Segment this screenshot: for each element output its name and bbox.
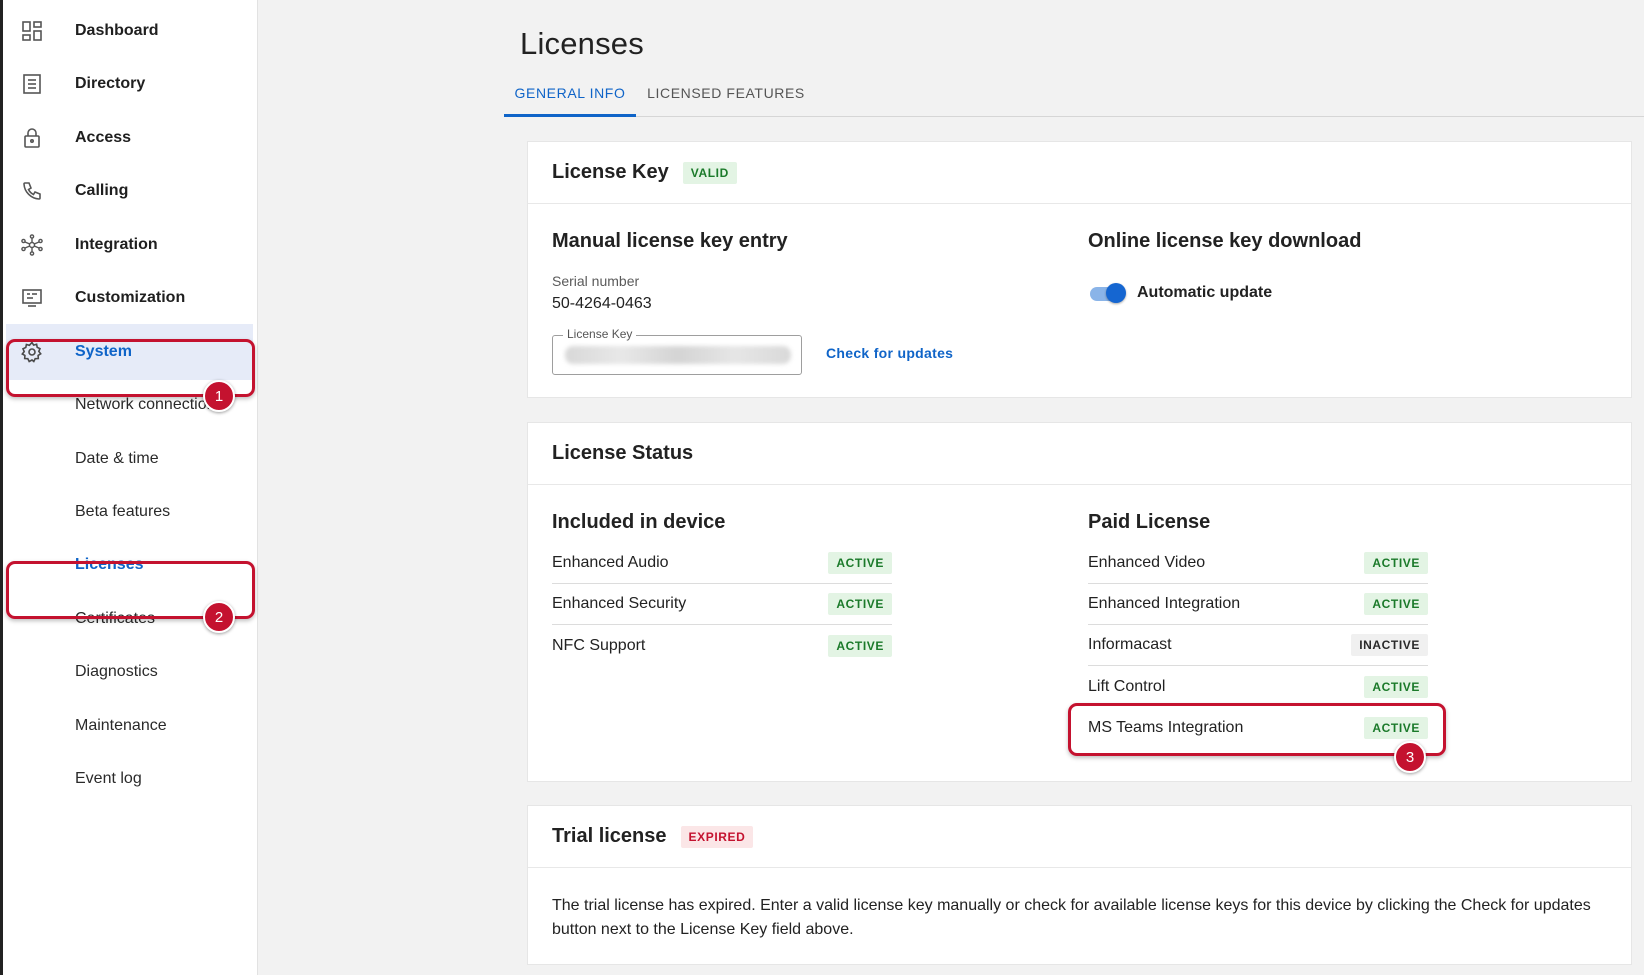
- automatic-update-toggle[interactable]: [1088, 282, 1128, 306]
- status-badge: INACTIVE: [1351, 634, 1428, 656]
- status-badge: VALID: [682, 161, 737, 184]
- serial-number-value: 50-4264-0463: [552, 295, 652, 312]
- sidebar-subitem-label: Maintenance: [75, 717, 167, 734]
- callout-highlight-ms-teams: [1068, 703, 1446, 756]
- list-item: Informacast INACTIVE: [1088, 625, 1428, 666]
- callout-badge: 1: [203, 380, 235, 412]
- directory-icon: [20, 72, 44, 96]
- license-key-field[interactable]: License Key: [552, 327, 802, 375]
- sidebar-subitem-label: Beta features: [75, 503, 171, 520]
- integration-icon: [20, 233, 44, 257]
- monitor-icon: [20, 286, 44, 310]
- feature-name: Enhanced Video: [1088, 554, 1206, 571]
- tab-general-info[interactable]: GENERAL INFO: [504, 70, 636, 117]
- sidebar-subitem-label: Event log: [75, 770, 142, 787]
- serial-number-label: Serial number: [552, 273, 640, 289]
- sidebar-subitem-label: Network connection: [75, 396, 216, 413]
- trial-expired-message: The trial license has expired. Enter a v…: [552, 897, 1591, 938]
- sidebar-subitem-label: Diagnostics: [75, 663, 158, 680]
- list-item: Enhanced Integration ACTIVE: [1088, 584, 1428, 625]
- sidebar-item-calling[interactable]: Calling: [6, 163, 253, 219]
- card-title: License Key: [552, 161, 669, 183]
- sidebar-item-access[interactable]: Access: [6, 110, 253, 166]
- status-badge: ACTIVE: [828, 593, 892, 615]
- list-item: Lift Control ACTIVE: [1088, 666, 1428, 707]
- sidebar-subitem-beta-features[interactable]: Beta features: [6, 484, 253, 540]
- section-title-online: Online license key download: [1088, 230, 1362, 252]
- sidebar-item-dashboard[interactable]: Dashboard: [6, 3, 253, 59]
- list-item: NFC Support ACTIVE: [552, 625, 892, 666]
- status-badge: ACTIVE: [828, 552, 892, 574]
- card-title: License Status: [552, 442, 694, 464]
- feature-name: NFC Support: [552, 636, 646, 654]
- status-badge: ACTIVE: [1364, 593, 1428, 615]
- sidebar-item-customization[interactable]: Customization: [6, 270, 253, 326]
- trial-license-card: Trial license EXPIRED The trial license …: [528, 806, 1631, 964]
- callout-badge: 3: [1394, 741, 1426, 773]
- toggle-knob: [1106, 283, 1126, 303]
- license-key-field-label: License Key: [563, 327, 637, 341]
- sidebar-item-label: Customization: [75, 289, 186, 306]
- sidebar-item-label: Access: [75, 129, 132, 146]
- card-title: Trial license: [552, 825, 667, 847]
- card-header: License Status: [528, 423, 1631, 485]
- sidebar-item-directory[interactable]: Directory: [6, 56, 253, 112]
- status-badge: EXPIRED: [680, 825, 754, 848]
- sidebar-subitem-date-time[interactable]: Date & time: [6, 431, 253, 487]
- feature-name: Informacast: [1088, 636, 1172, 653]
- dashboard-icon: [20, 19, 44, 43]
- feature-name: Enhanced Audio: [552, 554, 669, 571]
- section-title-included: Included in device: [552, 511, 726, 533]
- automatic-update-label: Automatic update: [1137, 284, 1273, 301]
- status-badge: ACTIVE: [1364, 675, 1428, 698]
- sidebar-item-label: Directory: [75, 75, 146, 92]
- status-badge: ACTIVE: [828, 634, 892, 657]
- list-item: Enhanced Security ACTIVE: [552, 584, 892, 625]
- license-key-card: License Key VALID Manual license key ent…: [528, 142, 1631, 397]
- feature-name: Enhanced Security: [552, 595, 687, 612]
- sidebar-item-integration[interactable]: Integration: [6, 217, 253, 273]
- card-header: License Key VALID: [528, 142, 1631, 204]
- sidebar-subitem-label: Date & time: [75, 450, 159, 467]
- section-title-manual: Manual license key entry: [552, 230, 788, 252]
- sidebar-subitem-diagnostics[interactable]: Diagnostics: [6, 644, 253, 700]
- list-item: Enhanced Video ACTIVE: [1088, 543, 1428, 584]
- sidebar-subitem-maintenance[interactable]: Maintenance: [6, 698, 253, 754]
- sidebar-item-label: Calling: [75, 182, 129, 199]
- sidebar: Dashboard Directory Access Calling Integ…: [0, 0, 258, 975]
- lock-icon: [20, 126, 44, 150]
- tab-bar: GENERAL INFO LICENSED FEATURES: [504, 70, 1644, 117]
- license-key-redacted-value: [565, 346, 791, 364]
- sidebar-item-label: Integration: [75, 236, 158, 253]
- status-badge: ACTIVE: [1364, 552, 1428, 574]
- sidebar-subitem-event-log[interactable]: Event log: [6, 751, 253, 807]
- phone-icon: [20, 179, 44, 203]
- page-title: Licenses: [520, 26, 644, 61]
- section-title-paid: Paid License: [1088, 511, 1211, 533]
- callout-badge: 2: [203, 601, 235, 633]
- card-header: Trial license EXPIRED: [528, 806, 1631, 868]
- tab-licensed-features[interactable]: LICENSED FEATURES: [638, 70, 814, 116]
- sidebar-item-label: Dashboard: [75, 22, 159, 39]
- window-edge: [0, 0, 3, 975]
- feature-name: Lift Control: [1088, 677, 1166, 695]
- feature-name: Enhanced Integration: [1088, 595, 1241, 612]
- list-item: Enhanced Audio ACTIVE: [552, 543, 892, 584]
- check-for-updates-button[interactable]: Check for updates: [826, 345, 953, 361]
